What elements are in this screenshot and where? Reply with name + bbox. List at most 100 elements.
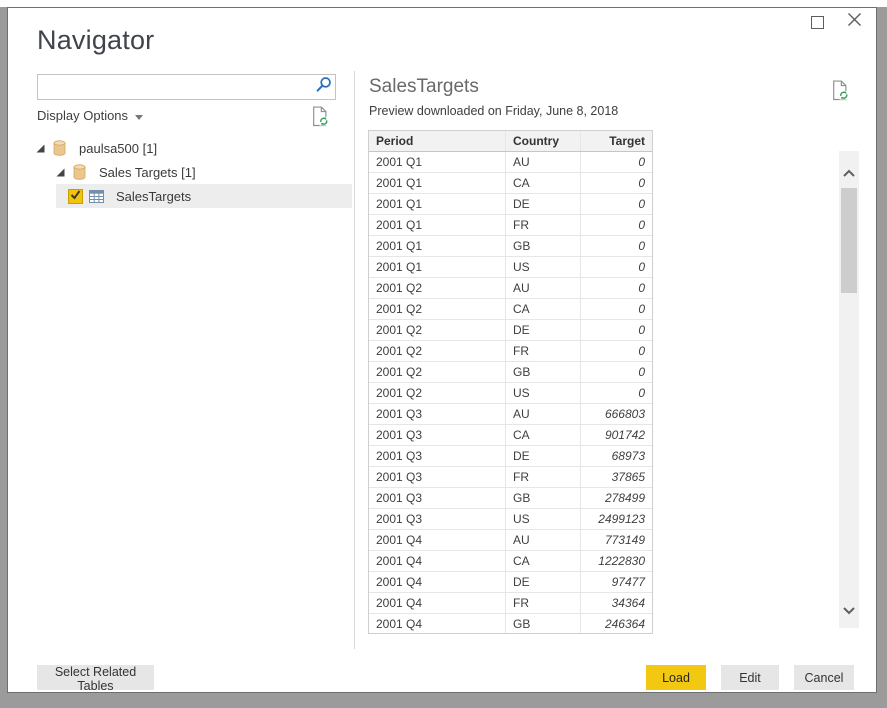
cell-period: 2001 Q1 [369,215,506,235]
edit-button[interactable]: Edit [721,665,779,690]
table-row: 2001 Q2FR0 [369,341,652,362]
refresh-file-icon [311,115,329,132]
table-row: 2001 Q3CA901742 [369,425,652,446]
search-box [37,74,336,100]
cell-period: 2001 Q3 [369,467,506,487]
navigator-dialog: Navigator Display Options [7,7,877,693]
cell-country: DE [506,446,581,466]
cell-country: US [506,257,581,277]
cell-period: 2001 Q1 [369,152,506,172]
cell-country: DE [506,194,581,214]
tree-item-salestargets[interactable]: SalesTargets [56,184,352,208]
table-row: 2001 Q3DE68973 [369,446,652,467]
table-row: 2001 Q4GB246364 [369,614,652,634]
table-header-row: Period Country Target [369,131,652,152]
tree-item-paulsa500[interactable]: paulsa500 [1] [36,136,157,160]
refresh-preview-button[interactable] [831,79,849,107]
cell-target: 0 [581,236,652,256]
display-options-label: Display Options [37,108,128,123]
cell-target: 68973 [581,446,652,466]
cell-target: 0 [581,383,652,403]
cell-country: AU [506,404,581,424]
table-row: 2001 Q3AU666803 [369,404,652,425]
search-input[interactable] [38,76,311,98]
cell-target: 0 [581,173,652,193]
table-row: 2001 Q1US0 [369,257,652,278]
close-icon [847,12,862,32]
cell-period: 2001 Q2 [369,341,506,361]
cell-target: 0 [581,194,652,214]
cell-period: 2001 Q4 [369,593,506,613]
cell-period: 2001 Q3 [369,404,506,424]
cell-period: 2001 Q2 [369,362,506,382]
cell-period: 2001 Q2 [369,278,506,298]
cell-period: 2001 Q1 [369,194,506,214]
close-button[interactable] [846,14,862,30]
scroll-down-button[interactable] [839,602,859,618]
page-title: Navigator [37,25,154,56]
cell-country: AU [506,530,581,550]
expander-icon[interactable] [36,144,45,153]
preview-table-body: 2001 Q1AU02001 Q1CA02001 Q1DE02001 Q1FR0… [369,152,652,634]
cell-period: 2001 Q3 [369,509,506,529]
table-row: 2001 Q1AU0 [369,152,652,173]
table-row: 2001 Q1FR0 [369,215,652,236]
preview-table: Period Country Target 2001 Q1AU02001 Q1C… [368,130,653,634]
column-header-country[interactable]: Country [506,131,581,151]
cancel-button[interactable]: Cancel [794,665,854,690]
cell-country: CA [506,551,581,571]
cell-target: 97477 [581,572,652,592]
scrollbar-thumb[interactable] [841,188,857,293]
cell-country: DE [506,320,581,340]
load-button[interactable]: Load [646,665,706,690]
column-header-period[interactable]: Period [369,131,506,151]
table-row: 2001 Q4DE97477 [369,572,652,593]
cell-country: DE [506,572,581,592]
table-row: 2001 Q2US0 [369,383,652,404]
tree-item-label: paulsa500 [1] [79,141,157,156]
column-header-target[interactable]: Target [581,131,652,151]
cell-period: 2001 Q3 [369,425,506,445]
maximize-button[interactable] [811,16,824,29]
cell-country: FR [506,215,581,235]
cell-target: 34364 [581,593,652,613]
background-strip [0,0,887,7]
scroll-up-button[interactable] [839,165,859,181]
table-row: 2001 Q2GB0 [369,362,652,383]
expander-icon[interactable] [56,168,65,177]
table-row: 2001 Q2CA0 [369,299,652,320]
table-row: 2001 Q4AU773149 [369,530,652,551]
preview-subtitle: Preview downloaded on Friday, June 8, 20… [369,104,618,118]
cell-country: GB [506,488,581,508]
salestargets-checkbox[interactable] [68,189,83,204]
cell-country: GB [506,236,581,256]
cell-period: 2001 Q4 [369,614,506,634]
tree-item-sales-targets[interactable]: Sales Targets [1] [56,160,196,184]
cell-target: 37865 [581,467,652,487]
cell-country: GB [506,362,581,382]
search-icon [315,76,332,98]
cell-period: 2001 Q4 [369,572,506,592]
select-related-tables-button[interactable]: Select Related Tables [37,665,154,690]
cell-target: 0 [581,341,652,361]
table-icon [89,190,104,203]
cell-target: 666803 [581,404,652,424]
cell-target: 0 [581,257,652,277]
cell-period: 2001 Q2 [369,320,506,340]
table-row: 2001 Q1DE0 [369,194,652,215]
table-row: 2001 Q4FR34364 [369,593,652,614]
refresh-file-icon [831,89,849,106]
cell-country: CA [506,173,581,193]
table-row: 2001 Q4CA1222830 [369,551,652,572]
table-row: 2001 Q2AU0 [369,278,652,299]
search-button[interactable] [311,76,335,98]
cell-target: 0 [581,215,652,235]
display-options-dropdown[interactable]: Display Options [37,108,143,123]
cell-target: 2499123 [581,509,652,529]
refresh-preview-button[interactable] [311,105,329,133]
cell-period: 2001 Q4 [369,551,506,571]
table-row: 2001 Q1CA0 [369,173,652,194]
panel-divider [354,71,355,649]
chevron-down-icon [842,602,856,618]
preview-scrollbar[interactable] [839,151,859,628]
